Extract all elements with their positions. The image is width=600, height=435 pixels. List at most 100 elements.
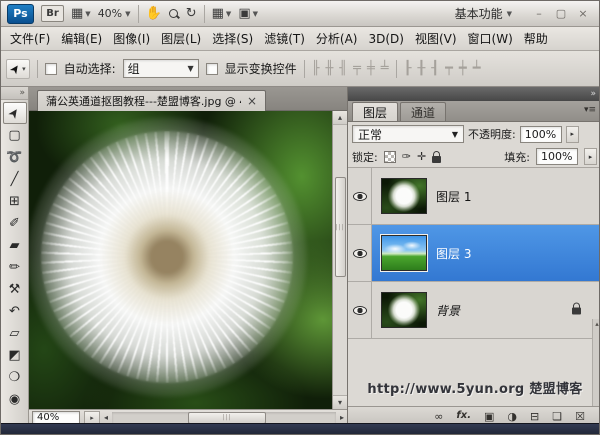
image-canvas[interactable] (29, 111, 332, 409)
visibility-cell[interactable] (348, 168, 372, 224)
close-button[interactable]: × (573, 5, 593, 22)
layer-thumbnail[interactable] (381, 178, 427, 214)
delete-layer-icon[interactable]: ☒ (575, 411, 585, 422)
blend-mode-dropdown[interactable]: 正常 ▼ (352, 125, 464, 143)
dodge-tool[interactable]: ◉ (3, 388, 27, 410)
eye-icon[interactable] (353, 249, 367, 258)
eraser-tool[interactable]: ▱ (3, 322, 27, 344)
align-vertical-centers-button[interactable]: ╪ (367, 62, 375, 75)
document-tab[interactable]: 蒲公英通道抠图教程---楚盟博客.jpg @ 40%... × (37, 90, 266, 111)
layer-thumbnail[interactable] (381, 292, 427, 328)
horizontal-scrollbar-thumb[interactable]: ||| (188, 412, 266, 424)
photoshop-logo[interactable]: Ps (7, 4, 34, 24)
scroll-left-button[interactable]: ◂ (104, 413, 108, 422)
distribute-bottom-edges-button[interactable]: ┷ (473, 62, 481, 75)
quick-selection-tool[interactable]: ╱ (3, 168, 27, 190)
align-horizontal-centers-button[interactable]: ╫ (325, 62, 333, 75)
panel-menu-icon[interactable]: ▾≡ (584, 105, 596, 115)
layer-name[interactable]: 背景 (436, 302, 460, 319)
screen-mode-button[interactable]: ▣ ▼ (238, 6, 258, 21)
lock-position-button[interactable]: ✛ (417, 150, 426, 163)
menu-3d[interactable]: 3D(D) (368, 32, 403, 46)
zoom-tool-button[interactable] (169, 9, 179, 19)
arrange-documents-button[interactable]: ▦ ▼ (212, 6, 232, 21)
workspace-switcher[interactable]: 基本功能 ▼ (455, 5, 512, 22)
maximize-button[interactable]: ▢ (551, 5, 571, 22)
align-right-edges-button[interactable]: ╢ (339, 62, 347, 75)
menu-select[interactable]: 选择(S) (212, 30, 253, 47)
history-brush-tool[interactable]: ↶ (3, 300, 27, 322)
align-top-edges-button[interactable]: ╤ (353, 62, 361, 75)
menu-file[interactable]: 文件(F) (10, 30, 50, 47)
visibility-cell[interactable] (348, 282, 372, 338)
menu-filter[interactable]: 滤镜(T) (264, 30, 305, 47)
lock-transparent-pixels-button[interactable] (384, 151, 396, 163)
layer-mask-icon[interactable]: ▣ (484, 411, 494, 422)
minimize-button[interactable]: – (529, 5, 549, 22)
lasso-tool[interactable]: ➰ (3, 146, 27, 168)
align-left-edges-button[interactable]: ╟ (312, 62, 320, 75)
distribute-horizontal-centers-button[interactable]: ╂ (417, 62, 425, 75)
menu-analysis[interactable]: 分析(A) (316, 30, 358, 47)
new-group-icon[interactable]: ⊟ (530, 411, 539, 422)
lock-image-pixels-button[interactable]: ✑ (402, 150, 411, 163)
move-tool[interactable]: ➤ (3, 102, 27, 124)
healing-brush-tool[interactable]: ▰ (3, 234, 27, 256)
scroll-right-button[interactable]: ▸ (340, 413, 344, 422)
layer-thumbnail[interactable] (381, 235, 427, 271)
eyedropper-tool[interactable]: ✐ (3, 212, 27, 234)
marquee-tool[interactable]: ▢ (3, 124, 27, 146)
hand-tool-button[interactable]: ✋ (146, 6, 162, 21)
crop-tool[interactable]: ⊞ (3, 190, 27, 212)
zoom-level-dropdown[interactable]: 40% ▼ (98, 7, 131, 20)
auto-select-checkbox[interactable] (45, 63, 57, 75)
layer-name[interactable]: 图层 1 (436, 188, 471, 205)
distribute-left-edges-button[interactable]: ┠ (404, 62, 412, 75)
brush-tool[interactable]: ✏ (3, 256, 27, 278)
rotate-view-button[interactable]: ↻ (186, 6, 197, 21)
view-extras-button[interactable]: ▦ ▼ (71, 6, 91, 21)
tab-channels[interactable]: 通道 (400, 102, 446, 121)
auto-select-target-dropdown[interactable]: 组 ▼ (123, 59, 199, 78)
distribute-right-edges-button[interactable]: ┨ (431, 62, 439, 75)
scroll-up-icon[interactable]: ▴ (595, 320, 599, 328)
menu-edit[interactable]: 编辑(E) (61, 30, 102, 47)
scroll-up-button[interactable]: ▴ (333, 111, 347, 125)
background-layer-row[interactable]: 背景 (348, 282, 600, 339)
opacity-spinner-button[interactable]: ▸ (566, 126, 579, 143)
lock-all-button[interactable] (432, 156, 441, 163)
eye-icon[interactable] (353, 192, 367, 201)
menu-layer[interactable]: 图层(L) (161, 30, 201, 47)
align-bottom-edges-button[interactable]: ╧ (381, 62, 389, 75)
distribute-vertical-centers-button[interactable]: ┿ (459, 62, 467, 75)
eye-icon[interactable] (353, 306, 367, 315)
fill-value-field[interactable]: 100% (536, 148, 578, 165)
menu-help[interactable]: 帮助 (524, 30, 548, 47)
tools-panel-header[interactable]: » (1, 87, 28, 100)
menu-window[interactable]: 窗口(W) (468, 30, 513, 47)
bridge-button[interactable]: Br (41, 5, 64, 22)
blur-tool[interactable]: ❍ (3, 366, 27, 388)
scroll-down-button[interactable]: ▾ (333, 395, 347, 409)
close-icon[interactable]: × (247, 94, 257, 108)
tab-layers[interactable]: 图层 (352, 102, 398, 121)
opacity-value-field[interactable]: 100% (520, 126, 562, 143)
paint-bucket-tool[interactable]: ◩ (3, 344, 27, 366)
layer-row-3-selected[interactable]: 图层 3 (348, 225, 600, 282)
panel-dock-header[interactable]: » (348, 87, 600, 101)
vertical-scrollbar-thumb[interactable]: ||| (335, 177, 346, 277)
layer-name[interactable]: 图层 3 (436, 245, 471, 262)
visibility-cell[interactable] (348, 225, 372, 281)
link-layers-icon[interactable]: ∞ (434, 411, 443, 422)
distribute-top-edges-button[interactable]: ┯ (445, 62, 453, 75)
menu-view[interactable]: 视图(V) (415, 30, 457, 47)
adjustment-layer-icon[interactable]: ◑ (507, 411, 517, 422)
show-transform-checkbox[interactable] (206, 63, 218, 75)
current-tool-indicator[interactable]: ➤ ▾ (6, 59, 30, 79)
menu-image[interactable]: 图像(I) (113, 30, 150, 47)
new-layer-icon[interactable]: ❏ (552, 411, 562, 422)
horizontal-scrollbar[interactable]: ||| (112, 412, 336, 424)
layer-row-1[interactable]: 图层 1 (348, 168, 600, 225)
layer-style-icon[interactable]: fx. (456, 411, 471, 421)
clone-stamp-tool[interactable]: ⚒ (3, 278, 27, 300)
